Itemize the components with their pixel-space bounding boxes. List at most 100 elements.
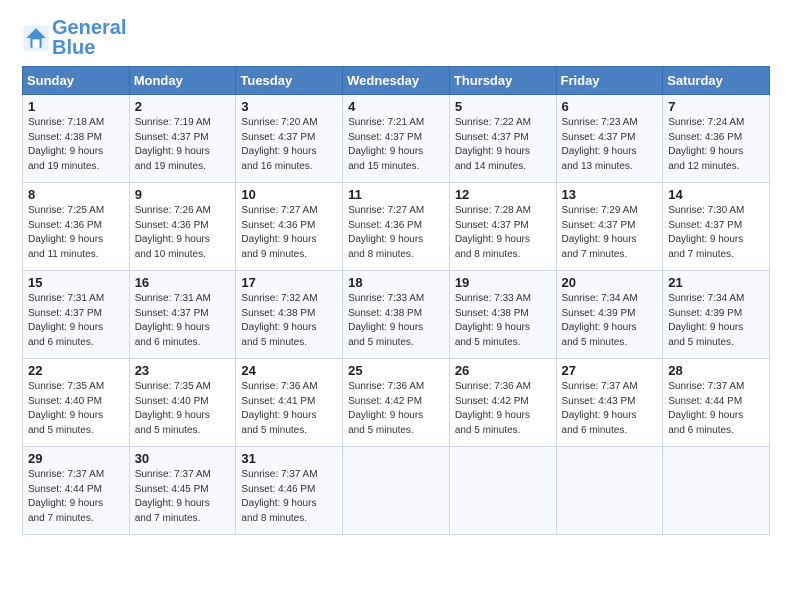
- day-detail: Sunrise: 7:20 AM Sunset: 4:37 PM Dayligh…: [241, 116, 337, 174]
- day-detail: Sunrise: 7:33 AM Sunset: 4:38 PM Dayligh…: [348, 292, 444, 350]
- calendar-header-monday: Monday: [129, 67, 236, 95]
- day-number: 5: [455, 99, 551, 114]
- calendar-cell: [343, 447, 450, 535]
- calendar-header-friday: Friday: [556, 67, 663, 95]
- calendar-cell: 25 Sunrise: 7:36 AM Sunset: 4:42 PM Dayl…: [343, 359, 450, 447]
- day-detail: Sunrise: 7:37 AM Sunset: 4:44 PM Dayligh…: [668, 380, 764, 438]
- day-detail: Sunrise: 7:24 AM Sunset: 4:36 PM Dayligh…: [668, 116, 764, 174]
- calendar-cell: 9 Sunrise: 7:26 AM Sunset: 4:36 PM Dayli…: [129, 183, 236, 271]
- header: GeneralBlue: [22, 18, 770, 58]
- calendar-cell: 11 Sunrise: 7:27 AM Sunset: 4:36 PM Dayl…: [343, 183, 450, 271]
- calendar-cell: 19 Sunrise: 7:33 AM Sunset: 4:38 PM Dayl…: [449, 271, 556, 359]
- day-detail: Sunrise: 7:18 AM Sunset: 4:38 PM Dayligh…: [28, 116, 124, 174]
- calendar-cell: 20 Sunrise: 7:34 AM Sunset: 4:39 PM Dayl…: [556, 271, 663, 359]
- day-detail: Sunrise: 7:37 AM Sunset: 4:44 PM Dayligh…: [28, 468, 124, 526]
- calendar-week-row: 8 Sunrise: 7:25 AM Sunset: 4:36 PM Dayli…: [23, 183, 770, 271]
- calendar-cell: 28 Sunrise: 7:37 AM Sunset: 4:44 PM Dayl…: [663, 359, 770, 447]
- day-number: 28: [668, 363, 764, 378]
- calendar-header-row: SundayMondayTuesdayWednesdayThursdayFrid…: [23, 67, 770, 95]
- day-number: 15: [28, 275, 124, 290]
- day-detail: Sunrise: 7:32 AM Sunset: 4:38 PM Dayligh…: [241, 292, 337, 350]
- calendar-cell: 31 Sunrise: 7:37 AM Sunset: 4:46 PM Dayl…: [236, 447, 343, 535]
- page: GeneralBlue SundayMondayTuesdayWednesday…: [0, 0, 792, 612]
- logo-text: GeneralBlue: [52, 18, 126, 58]
- calendar-cell: 14 Sunrise: 7:30 AM Sunset: 4:37 PM Dayl…: [663, 183, 770, 271]
- day-number: 3: [241, 99, 337, 114]
- calendar-week-row: 1 Sunrise: 7:18 AM Sunset: 4:38 PM Dayli…: [23, 95, 770, 183]
- day-detail: Sunrise: 7:23 AM Sunset: 4:37 PM Dayligh…: [562, 116, 658, 174]
- day-number: 29: [28, 451, 124, 466]
- day-detail: Sunrise: 7:22 AM Sunset: 4:37 PM Dayligh…: [455, 116, 551, 174]
- day-number: 20: [562, 275, 658, 290]
- calendar-cell: 6 Sunrise: 7:23 AM Sunset: 4:37 PM Dayli…: [556, 95, 663, 183]
- calendar-cell: 23 Sunrise: 7:35 AM Sunset: 4:40 PM Dayl…: [129, 359, 236, 447]
- calendar-cell: [556, 447, 663, 535]
- day-number: 18: [348, 275, 444, 290]
- day-number: 7: [668, 99, 764, 114]
- calendar-header-saturday: Saturday: [663, 67, 770, 95]
- day-number: 24: [241, 363, 337, 378]
- day-detail: Sunrise: 7:31 AM Sunset: 4:37 PM Dayligh…: [135, 292, 231, 350]
- day-number: 22: [28, 363, 124, 378]
- day-number: 12: [455, 187, 551, 202]
- logo: GeneralBlue: [22, 18, 126, 58]
- day-number: 25: [348, 363, 444, 378]
- calendar-cell: 29 Sunrise: 7:37 AM Sunset: 4:44 PM Dayl…: [23, 447, 130, 535]
- calendar-cell: 13 Sunrise: 7:29 AM Sunset: 4:37 PM Dayl…: [556, 183, 663, 271]
- calendar-cell: 3 Sunrise: 7:20 AM Sunset: 4:37 PM Dayli…: [236, 95, 343, 183]
- day-number: 13: [562, 187, 658, 202]
- day-number: 4: [348, 99, 444, 114]
- day-number: 11: [348, 187, 444, 202]
- calendar-cell: [663, 447, 770, 535]
- calendar-cell: 10 Sunrise: 7:27 AM Sunset: 4:36 PM Dayl…: [236, 183, 343, 271]
- day-number: 14: [668, 187, 764, 202]
- calendar-cell: 26 Sunrise: 7:36 AM Sunset: 4:42 PM Dayl…: [449, 359, 556, 447]
- calendar-table: SundayMondayTuesdayWednesdayThursdayFrid…: [22, 66, 770, 535]
- calendar-cell: 2 Sunrise: 7:19 AM Sunset: 4:37 PM Dayli…: [129, 95, 236, 183]
- day-number: 21: [668, 275, 764, 290]
- calendar-week-row: 15 Sunrise: 7:31 AM Sunset: 4:37 PM Dayl…: [23, 271, 770, 359]
- calendar-week-row: 22 Sunrise: 7:35 AM Sunset: 4:40 PM Dayl…: [23, 359, 770, 447]
- calendar-cell: 30 Sunrise: 7:37 AM Sunset: 4:45 PM Dayl…: [129, 447, 236, 535]
- calendar-cell: 27 Sunrise: 7:37 AM Sunset: 4:43 PM Dayl…: [556, 359, 663, 447]
- day-detail: Sunrise: 7:37 AM Sunset: 4:45 PM Dayligh…: [135, 468, 231, 526]
- day-detail: Sunrise: 7:27 AM Sunset: 4:36 PM Dayligh…: [348, 204, 444, 262]
- calendar-header-tuesday: Tuesday: [236, 67, 343, 95]
- day-number: 17: [241, 275, 337, 290]
- calendar-cell: 4 Sunrise: 7:21 AM Sunset: 4:37 PM Dayli…: [343, 95, 450, 183]
- calendar-cell: 16 Sunrise: 7:31 AM Sunset: 4:37 PM Dayl…: [129, 271, 236, 359]
- day-detail: Sunrise: 7:36 AM Sunset: 4:42 PM Dayligh…: [455, 380, 551, 438]
- day-number: 8: [28, 187, 124, 202]
- day-number: 16: [135, 275, 231, 290]
- calendar-header-wednesday: Wednesday: [343, 67, 450, 95]
- calendar-header-sunday: Sunday: [23, 67, 130, 95]
- calendar-cell: 5 Sunrise: 7:22 AM Sunset: 4:37 PM Dayli…: [449, 95, 556, 183]
- day-number: 6: [562, 99, 658, 114]
- day-number: 31: [241, 451, 337, 466]
- calendar-header-thursday: Thursday: [449, 67, 556, 95]
- day-detail: Sunrise: 7:30 AM Sunset: 4:37 PM Dayligh…: [668, 204, 764, 262]
- day-number: 2: [135, 99, 231, 114]
- day-detail: Sunrise: 7:28 AM Sunset: 4:37 PM Dayligh…: [455, 204, 551, 262]
- calendar-cell: [449, 447, 556, 535]
- day-detail: Sunrise: 7:21 AM Sunset: 4:37 PM Dayligh…: [348, 116, 444, 174]
- day-detail: Sunrise: 7:36 AM Sunset: 4:41 PM Dayligh…: [241, 380, 337, 438]
- calendar-cell: 24 Sunrise: 7:36 AM Sunset: 4:41 PM Dayl…: [236, 359, 343, 447]
- calendar-cell: 17 Sunrise: 7:32 AM Sunset: 4:38 PM Dayl…: [236, 271, 343, 359]
- day-detail: Sunrise: 7:26 AM Sunset: 4:36 PM Dayligh…: [135, 204, 231, 262]
- day-detail: Sunrise: 7:37 AM Sunset: 4:46 PM Dayligh…: [241, 468, 337, 526]
- calendar-cell: 8 Sunrise: 7:25 AM Sunset: 4:36 PM Dayli…: [23, 183, 130, 271]
- day-detail: Sunrise: 7:34 AM Sunset: 4:39 PM Dayligh…: [562, 292, 658, 350]
- day-number: 1: [28, 99, 124, 114]
- calendar-cell: 12 Sunrise: 7:28 AM Sunset: 4:37 PM Dayl…: [449, 183, 556, 271]
- day-number: 27: [562, 363, 658, 378]
- day-detail: Sunrise: 7:33 AM Sunset: 4:38 PM Dayligh…: [455, 292, 551, 350]
- day-detail: Sunrise: 7:37 AM Sunset: 4:43 PM Dayligh…: [562, 380, 658, 438]
- calendar-cell: 7 Sunrise: 7:24 AM Sunset: 4:36 PM Dayli…: [663, 95, 770, 183]
- day-detail: Sunrise: 7:35 AM Sunset: 4:40 PM Dayligh…: [28, 380, 124, 438]
- day-detail: Sunrise: 7:27 AM Sunset: 4:36 PM Dayligh…: [241, 204, 337, 262]
- day-detail: Sunrise: 7:34 AM Sunset: 4:39 PM Dayligh…: [668, 292, 764, 350]
- day-detail: Sunrise: 7:19 AM Sunset: 4:37 PM Dayligh…: [135, 116, 231, 174]
- day-number: 23: [135, 363, 231, 378]
- day-number: 10: [241, 187, 337, 202]
